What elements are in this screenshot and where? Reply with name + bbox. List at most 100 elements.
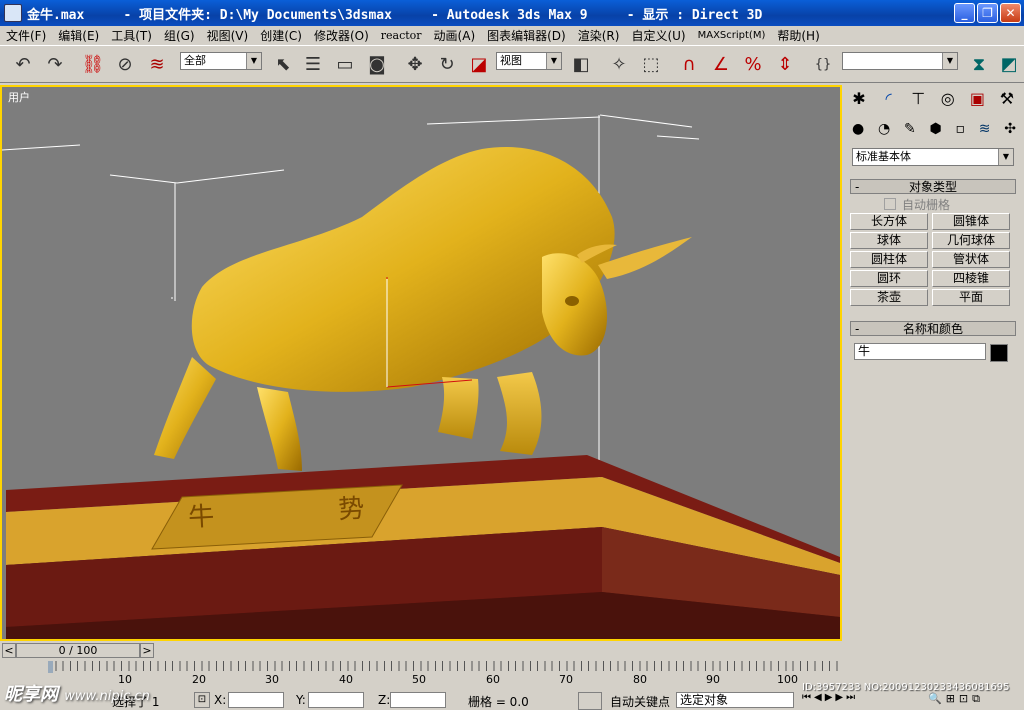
next-frame-icon[interactable]: ▶ xyxy=(835,692,843,708)
menu-modifiers[interactable]: 修改器(O) xyxy=(308,27,375,44)
zoom-extents-icon[interactable]: ⊡ xyxy=(959,692,968,708)
create-tab-icon[interactable]: ✱ xyxy=(846,89,872,113)
app-icon[interactable] xyxy=(4,4,22,22)
select-and-link-icon[interactable]: ⛓ xyxy=(80,51,106,77)
menu-tools[interactable]: 工具(T) xyxy=(105,27,158,44)
tube-button[interactable]: 管状体 xyxy=(932,251,1010,268)
spinner-snap-icon[interactable]: ⇕ xyxy=(772,51,798,77)
close-button[interactable]: ✕ xyxy=(1000,3,1021,23)
geosphere-button[interactable]: 几何球体 xyxy=(932,232,1010,249)
window-crossing-icon[interactable]: ◙ xyxy=(364,51,390,77)
lock-selection-icon[interactable]: ⊡ xyxy=(194,692,210,708)
menu-edit[interactable]: 编辑(E) xyxy=(52,27,105,44)
go-to-start-icon[interactable]: ⏮ xyxy=(802,692,811,708)
torus-button[interactable]: 圆环 xyxy=(850,270,928,287)
select-by-name-icon[interactable]: ☰ xyxy=(300,51,326,77)
box-button[interactable]: 长方体 xyxy=(850,213,928,230)
geometry-icon[interactable]: ● xyxy=(852,121,864,141)
menu-bar: 文件(F) 编辑(E) 工具(T) 组(G) 视图(V) 创建(C) 修改器(O… xyxy=(0,26,1024,45)
time-slider-prev[interactable]: < xyxy=(2,643,16,658)
modify-tab-icon[interactable]: ◜ xyxy=(876,89,902,113)
play-icon[interactable]: ▶ xyxy=(825,692,833,708)
angle-snap-icon[interactable]: ∠ xyxy=(708,51,734,77)
menu-create[interactable]: 创建(C) xyxy=(254,27,308,44)
auto-grid-checkbox[interactable]: 自动栅格 xyxy=(884,196,1004,212)
minimize-button[interactable]: _ xyxy=(954,3,975,23)
menu-group[interactable]: 组(G) xyxy=(158,27,201,44)
select-and-move-icon[interactable]: ✥ xyxy=(402,51,428,77)
menu-help[interactable]: 帮助(H) xyxy=(771,27,825,44)
align-icon[interactable]: ◩ xyxy=(996,51,1022,77)
utilities-tab-icon[interactable]: ⚒ xyxy=(994,89,1020,113)
pyramid-button[interactable]: 四棱锥 xyxy=(932,270,1010,287)
name-and-color-rollout[interactable]: - 名称和颜色 xyxy=(850,321,1016,336)
menu-customize[interactable]: 自定义(U) xyxy=(625,27,691,44)
go-to-end-icon[interactable]: ⏭ xyxy=(846,692,855,708)
select-and-rotate-icon[interactable]: ↻ xyxy=(434,51,460,77)
cameras-icon[interactable]: ⬢ xyxy=(929,121,941,141)
restore-button[interactable]: ❐ xyxy=(977,3,998,23)
time-slider[interactable]: 0 / 100 xyxy=(16,643,140,658)
menu-rendering[interactable]: 渲染(R) xyxy=(572,27,626,44)
teapot-button[interactable]: 茶壶 xyxy=(850,289,928,306)
watermark-id: ID:3957233 NO:20091230233436081695 xyxy=(802,682,1010,693)
cylinder-button[interactable]: 圆柱体 xyxy=(850,251,928,268)
key-filter-dropdown[interactable]: 选定对象 xyxy=(676,692,794,708)
sphere-button[interactable]: 球体 xyxy=(850,232,928,249)
zoom-extents-all-icon[interactable]: ⧉ xyxy=(972,692,980,708)
menu-views[interactable]: 视图(V) xyxy=(201,27,255,44)
selection-filter-dropdown[interactable]: 全部 ▼ xyxy=(180,52,262,70)
named-selection-dropdown[interactable]: ▼ xyxy=(842,52,958,70)
object-color-swatch[interactable] xyxy=(990,344,1008,362)
menu-file[interactable]: 文件(F) xyxy=(0,27,52,44)
keyboard-shortcut-override-icon[interactable]: ⬚ xyxy=(638,51,664,77)
space-warps-icon[interactable]: ≋ xyxy=(979,121,991,141)
geometry-category-dropdown[interactable]: 标准基本体 ▼ xyxy=(852,148,1014,166)
x-coordinate-field[interactable] xyxy=(228,692,284,708)
unlink-selection-icon[interactable]: ⊘ xyxy=(112,51,138,77)
create-category-icons: ● ◔ ✎ ⬢ ▫ ≋ ✣ xyxy=(852,121,1016,141)
select-and-manipulate-icon[interactable]: ✧ xyxy=(606,51,632,77)
z-coordinate-field[interactable] xyxy=(390,692,446,708)
menu-reactor[interactable]: reactor xyxy=(375,29,428,42)
auto-key-button[interactable]: 自动关键点 xyxy=(610,693,670,710)
display-tab-icon[interactable]: ▣ xyxy=(964,89,990,113)
shapes-icon[interactable]: ◔ xyxy=(878,121,890,141)
object-name-field[interactable]: 牛 xyxy=(854,343,986,360)
reference-coordinate-dropdown[interactable]: 视图 ▼ xyxy=(496,52,562,70)
viewport-user[interactable]: 用户 牛 势 xyxy=(0,85,842,641)
snaps-toggle-icon[interactable]: ∩ xyxy=(676,51,702,77)
edit-named-selection-icon[interactable]: {} xyxy=(810,51,836,77)
cone-button[interactable]: 圆锥体 xyxy=(932,213,1010,230)
bind-to-space-warp-icon[interactable]: ≋ xyxy=(144,51,170,77)
previous-frame-icon[interactable]: ◀ xyxy=(814,692,822,708)
zoom-all-icon[interactable]: ⊞ xyxy=(946,692,955,708)
motion-tab-icon[interactable]: ◎ xyxy=(935,89,961,113)
chevron-down-icon: ▼ xyxy=(942,53,957,69)
time-slider-next[interactable]: > xyxy=(140,643,154,658)
rollout-collapse-icon[interactable]: - xyxy=(855,180,859,194)
current-frame-marker[interactable] xyxy=(48,661,53,673)
y-coordinate-field[interactable] xyxy=(308,692,364,708)
mirror-icon[interactable]: ⧗ xyxy=(966,51,992,77)
undo-icon[interactable]: ↶ xyxy=(10,51,36,77)
tick-label-40: 40 xyxy=(339,673,353,686)
percent-snap-icon[interactable]: % xyxy=(740,51,766,77)
redo-icon[interactable]: ↷ xyxy=(42,51,68,77)
pivot-center-icon[interactable]: ◧ xyxy=(568,51,594,77)
menu-animation[interactable]: 动画(A) xyxy=(428,27,482,44)
object-type-rollout[interactable]: - 对象类型 xyxy=(850,179,1016,194)
hierarchy-tab-icon[interactable]: ⊤ xyxy=(905,89,931,113)
plane-button[interactable]: 平面 xyxy=(932,289,1010,306)
helpers-icon[interactable]: ▫ xyxy=(955,121,965,141)
menu-graph-editors[interactable]: 图表编辑器(D) xyxy=(481,27,572,44)
select-object-icon[interactable]: ⬉ xyxy=(270,51,296,77)
zoom-icon[interactable]: 🔍 xyxy=(928,692,942,708)
select-and-scale-icon[interactable]: ◪ xyxy=(466,51,492,77)
rectangular-selection-icon[interactable]: ▭ xyxy=(332,51,358,77)
menu-maxscript[interactable]: MAXScript(M) xyxy=(692,30,772,41)
lights-icon[interactable]: ✎ xyxy=(904,121,916,141)
key-mode-icon[interactable] xyxy=(578,692,602,710)
rollout-collapse-icon[interactable]: - xyxy=(855,322,859,336)
systems-icon[interactable]: ✣ xyxy=(1004,121,1016,141)
